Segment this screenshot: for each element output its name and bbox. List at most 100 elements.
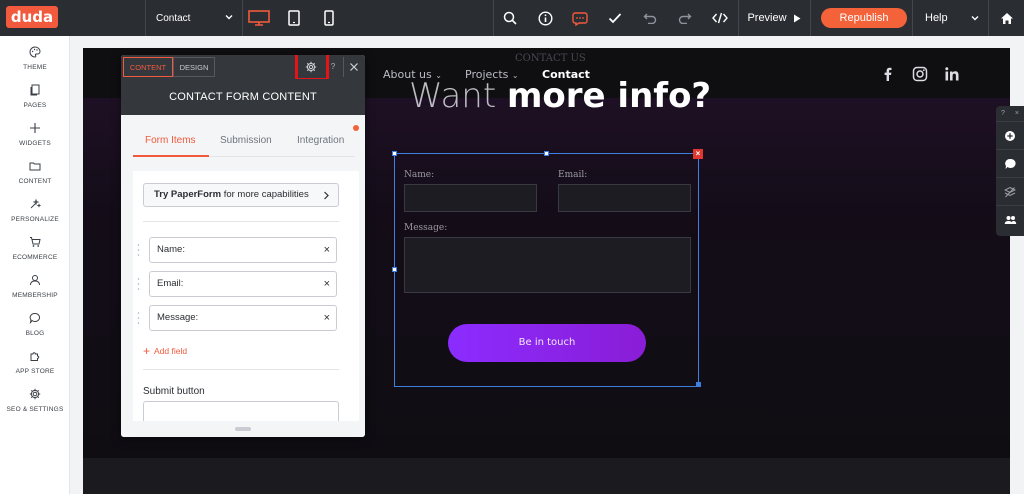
- sidebar-item-content[interactable]: CONTENT: [0, 154, 70, 192]
- sidebar-item-personalize[interactable]: PERSONALIZE: [0, 192, 70, 230]
- name-input[interactable]: [404, 184, 537, 212]
- field-message-box[interactable]: Message: ×: [149, 305, 337, 331]
- tab-content[interactable]: CONTENT: [123, 57, 173, 77]
- chevron-down-icon: [224, 12, 234, 22]
- panel-tab-bar: CONTENT DESIGN ?: [121, 55, 365, 81]
- form-field-item[interactable]: Name: ×: [137, 237, 339, 263]
- add-element-icon[interactable]: [996, 121, 1024, 149]
- resize-handle[interactable]: [696, 382, 701, 387]
- paperform-rest-text: for more capabilities: [221, 189, 309, 200]
- sidebar-item-seo-settings[interactable]: SEO & SETTINGS: [0, 382, 70, 420]
- republish-button[interactable]: Republish: [821, 8, 907, 28]
- layers-off-icon[interactable]: [996, 177, 1024, 205]
- sidebar-item-pages[interactable]: PAGES: [0, 78, 70, 116]
- resize-handle[interactable]: [544, 151, 549, 156]
- sidebar-item-ecommerce[interactable]: ECOMMERCE: [0, 230, 70, 268]
- subtab-form-items[interactable]: Form Items: [145, 135, 196, 146]
- field-name-box[interactable]: Name: ×: [149, 237, 337, 263]
- remove-field-icon[interactable]: ×: [324, 306, 330, 330]
- subtab-bar: Form Items Submission Integration: [133, 127, 355, 157]
- chat-bubble-icon: [29, 312, 41, 324]
- checkmark-icon[interactable]: [605, 0, 625, 36]
- close-icon[interactable]: ×: [1015, 110, 1019, 117]
- desktop-view-icon[interactable]: [246, 0, 272, 36]
- separator: [242, 0, 243, 36]
- widget-delete-icon[interactable]: ×: [693, 149, 703, 159]
- tab-design[interactable]: DESIGN: [173, 57, 215, 77]
- form-field-item[interactable]: Message: ×: [137, 305, 339, 331]
- cart-icon: [29, 236, 41, 248]
- undo-icon[interactable]: [640, 0, 660, 36]
- separator: [988, 0, 989, 36]
- drag-handle-icon[interactable]: [137, 277, 143, 291]
- submit-button-text-input[interactable]: [143, 401, 339, 421]
- search-icon[interactable]: [500, 0, 520, 36]
- subtab-integration[interactable]: Integration: [297, 135, 344, 146]
- try-paperform-button[interactable]: Try PaperForm for more capabilities: [143, 183, 339, 207]
- left-sidebar: THEME PAGES WIDGETS CONTENT PERSONALIZE …: [0, 36, 70, 494]
- separator: [493, 0, 494, 36]
- panel-resize-grip[interactable]: [235, 427, 251, 431]
- contact-form-widget[interactable]: × Name: Email: Message: Be in touch: [392, 149, 703, 387]
- users-icon[interactable]: [996, 205, 1024, 233]
- highlight-box: [295, 55, 329, 81]
- comments-icon[interactable]: [570, 0, 590, 36]
- duda-logo[interactable]: duda: [6, 6, 58, 28]
- form-field-item[interactable]: Email: ×: [137, 271, 339, 297]
- add-field-button[interactable]: + Add field: [143, 343, 188, 358]
- mobile-view-icon[interactable]: [320, 0, 338, 36]
- email-input[interactable]: [558, 184, 691, 212]
- field-label: Name:: [157, 244, 185, 255]
- drag-handle-icon[interactable]: [137, 243, 143, 257]
- sidebar-item-app-store[interactable]: APP STORE: [0, 344, 70, 382]
- drag-handle-icon[interactable]: [137, 311, 143, 325]
- resize-handle[interactable]: [392, 151, 397, 156]
- sidebar-item-theme[interactable]: THEME: [0, 40, 70, 78]
- tablet-view-icon[interactable]: [284, 0, 304, 36]
- close-icon[interactable]: [343, 57, 363, 77]
- preview-button[interactable]: Preview: [740, 0, 808, 36]
- panel-title: CONTACT FORM CONTENT: [121, 79, 365, 115]
- page-selector-label: Contact: [156, 12, 191, 24]
- sidebar-item-label: CONTENT: [18, 178, 52, 185]
- sidebar-item-label: PERSONALIZE: [11, 216, 59, 223]
- remove-field-icon[interactable]: ×: [324, 238, 330, 262]
- message-textarea[interactable]: [404, 237, 691, 293]
- sidebar-item-widgets[interactable]: WIDGETS: [0, 116, 70, 154]
- redo-icon[interactable]: [675, 0, 695, 36]
- help-icon[interactable]: ?: [1001, 110, 1005, 117]
- gear-icon: [29, 388, 41, 400]
- comment-icon[interactable]: [996, 149, 1024, 177]
- instagram-icon[interactable]: [912, 66, 928, 82]
- code-icon[interactable]: [708, 0, 732, 36]
- facebook-icon[interactable]: [880, 66, 896, 82]
- resize-handle[interactable]: [392, 267, 397, 272]
- right-floating-toolbar: ? ×: [996, 106, 1024, 236]
- plus-icon: [29, 122, 41, 134]
- info-icon[interactable]: [535, 0, 555, 36]
- add-field-label: Add field: [154, 346, 188, 356]
- sidebar-item-label: APP STORE: [15, 368, 55, 375]
- page-selector[interactable]: Contact: [146, 0, 242, 36]
- help-icon[interactable]: ?: [326, 57, 340, 77]
- field-label: Message:: [157, 312, 199, 323]
- preview-label: Preview: [747, 12, 787, 24]
- sidebar-item-blog[interactable]: BLOG: [0, 306, 70, 344]
- play-icon: [793, 14, 801, 23]
- subtab-submission[interactable]: Submission: [220, 135, 272, 146]
- panel-body: Form Items Submission Integration Try Pa…: [121, 115, 365, 437]
- top-toolbar: duda Contact Preview Republish Help: [0, 0, 1024, 36]
- help-menu[interactable]: Help: [912, 0, 984, 36]
- help-label: Help: [925, 12, 948, 24]
- plus-icon: +: [143, 344, 151, 358]
- sidebar-item-label: THEME: [23, 64, 47, 71]
- remove-field-icon[interactable]: ×: [324, 272, 330, 296]
- linkedin-icon[interactable]: [944, 66, 960, 82]
- form-submit-button[interactable]: Be in touch: [448, 324, 646, 362]
- section-label: CONTACT US: [515, 53, 586, 64]
- sidebar-item-label: MEMBERSHIP: [12, 292, 58, 299]
- home-icon[interactable]: [996, 0, 1018, 36]
- field-email-box[interactable]: Email: ×: [149, 271, 337, 297]
- sidebar-item-membership[interactable]: MEMBERSHIP: [0, 268, 70, 306]
- palette-icon: [29, 46, 41, 58]
